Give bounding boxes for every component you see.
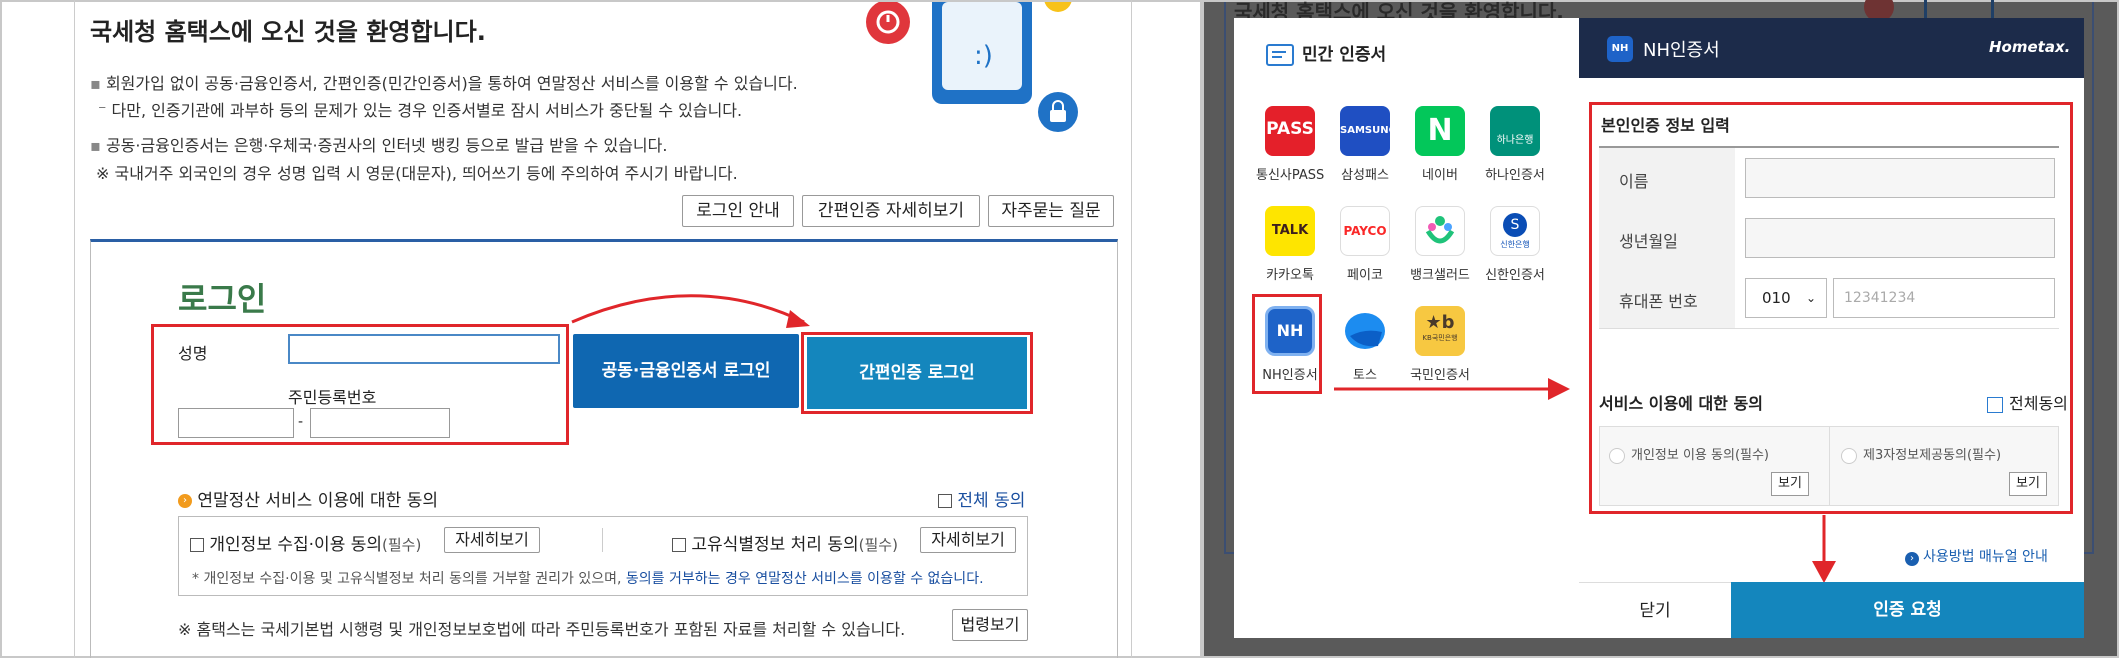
nh-header-title: NH인증서 bbox=[1643, 40, 1720, 61]
consent-all[interactable]: 전체 동의 bbox=[938, 486, 1025, 511]
consent-notice: * 개인정보 수집·이용 및 고유식별정보 처리 동의를 거부할 권리가 있으며… bbox=[192, 571, 984, 587]
cert-modal: 민간 인증서 PASS 통신사PASS SAMSUNG Pass 삼성패스 N … bbox=[1234, 18, 2084, 638]
private-cert-header: 민간 인증서 bbox=[1266, 40, 1386, 66]
samsung-pass-label: 삼성패스 bbox=[1341, 168, 1389, 183]
auth-request-button[interactable]: 인증 요청 bbox=[1731, 582, 2084, 638]
samsung-pass-logo: SAMSUNG Pass bbox=[1340, 106, 1390, 156]
provider-toss[interactable]: 토스 bbox=[1337, 306, 1393, 383]
banksalad-label: 뱅크샐러드 bbox=[1410, 268, 1470, 283]
nh-header-icon: NH bbox=[1607, 36, 1633, 62]
info-line-3: ▪ 공동·금융인증서는 은행·우체국·증권사의 인터넷 뱅킹 등으로 발급 받을… bbox=[90, 136, 668, 155]
privacy-checkbox[interactable] bbox=[190, 538, 204, 552]
provider-naver[interactable]: N 네이버 bbox=[1412, 106, 1468, 183]
consent-all-checkbox[interactable] bbox=[938, 494, 952, 508]
simple-auth-detail-button[interactable]: 간편인증 자세히보기 bbox=[802, 195, 980, 227]
info-line-4: ※ 국내거주 외국인의 경우 성명 입력 시 영문(대문자), 띄어쓰기 등에 … bbox=[96, 164, 738, 183]
manual-link[interactable]: › 사용방법 매뉴얼 안내 bbox=[1905, 546, 2048, 566]
kb-logo: ★b KB국민은행 bbox=[1415, 306, 1465, 356]
left-panel: 국세청 홈택스에 오신 것을 환영합니다. ▪ 회원가입 없이 공동·금융인증서… bbox=[0, 0, 1202, 658]
hana-label: 하나인증서 bbox=[1485, 168, 1545, 183]
toss-logo bbox=[1340, 306, 1390, 356]
provider-panel: 민간 인증서 PASS 통신사PASS SAMSUNG Pass 삼성패스 N … bbox=[1234, 18, 1579, 638]
provider-kb[interactable]: ★b KB국민은행 국민인증서 bbox=[1410, 306, 1470, 383]
provider-banksalad[interactable]: 뱅크샐러드 bbox=[1410, 206, 1470, 283]
consent-divider bbox=[602, 528, 603, 552]
login-title: 로그인 bbox=[178, 280, 267, 318]
login-fields-highlight bbox=[151, 324, 569, 445]
curve-arrow bbox=[571, 294, 810, 328]
consent-item-privacy[interactable]: 개인정보 수집·이용 동의(필수) bbox=[190, 530, 421, 555]
shinhan-logo: S 신한은행 bbox=[1490, 206, 1540, 256]
consent-notice-emphasis: 동의를 거부하는 경우 연말정산 서비스를 이용할 수 없습니다. bbox=[625, 571, 984, 587]
naver-label: 네이버 bbox=[1422, 168, 1458, 183]
arrow-right-icon: › bbox=[1905, 552, 1919, 566]
privacy-detail-button[interactable]: 자세히보기 bbox=[444, 527, 540, 553]
consent-title: › 연말정산 서비스 이용에 대한 동의 bbox=[178, 486, 438, 511]
nh-form-panel: NH NH인증서 Hometax. 본인인증 정보 입력 이름 생년월일 휴대폰… bbox=[1579, 18, 2084, 638]
right-arrow bbox=[1334, 378, 1570, 400]
simple-auth-highlight bbox=[801, 332, 1033, 414]
info-line-2: ⁻ 다만, 인증기관에 과부하 등의 문제가 있는 경우 인증서별로 잠시 서비… bbox=[98, 101, 743, 120]
provider-samsung-pass[interactable]: SAMSUNG Pass 삼성패스 bbox=[1337, 106, 1393, 183]
svg-text::): :) bbox=[974, 41, 993, 71]
banksalad-logo bbox=[1415, 206, 1465, 256]
pass-label: 통신사PASS bbox=[1256, 168, 1325, 183]
unique-id-detail-button[interactable]: 자세히보기 bbox=[920, 527, 1016, 553]
joint-cert-login-button[interactable]: 공동·금융인증서 로그인 bbox=[573, 334, 799, 408]
form-highlight bbox=[1589, 102, 2073, 514]
unique-id-checkbox[interactable] bbox=[672, 538, 686, 552]
provider-kakao[interactable]: TALK 카카오톡 bbox=[1262, 206, 1318, 283]
info-icon: › bbox=[178, 494, 192, 508]
hana-logo: 하나은행 bbox=[1490, 106, 1540, 156]
provider-shinhan[interactable]: S 신한은행 신한인증서 bbox=[1485, 206, 1545, 283]
provider-pass[interactable]: PASS 통신사PASS bbox=[1256, 106, 1324, 183]
naver-logo: N bbox=[1415, 106, 1465, 156]
payco-label: 페이코 bbox=[1347, 268, 1383, 283]
faq-button[interactable]: 자주묻는 질문 bbox=[988, 195, 1114, 227]
provider-payco[interactable]: PAYCO 페이코 bbox=[1337, 206, 1393, 283]
down-arrow bbox=[1812, 515, 1836, 583]
login-guide-button[interactable]: 로그인 안내 bbox=[682, 195, 794, 227]
kakao-logo: TALK bbox=[1265, 206, 1315, 256]
payco-logo: PAYCO bbox=[1340, 206, 1390, 256]
consent-item-unique-id[interactable]: 고유식별정보 처리 동의(필수) bbox=[672, 530, 898, 555]
hometax-logo: Hometax. bbox=[1989, 38, 2071, 56]
nh-provider-highlight bbox=[1252, 294, 1322, 394]
provider-hana[interactable]: 하나은행 하나인증서 bbox=[1485, 106, 1545, 183]
pass-logo: PASS bbox=[1265, 106, 1315, 156]
info-line-1: ▪ 회원가입 없이 공동·금융인증서, 간편인증(민간인증서)을 통하여 연말정… bbox=[90, 74, 798, 93]
hometax-illustration: :) bbox=[866, 2, 1078, 132]
nh-header: NH NH인증서 Hometax. bbox=[1579, 18, 2084, 78]
certificate-icon bbox=[1266, 44, 1294, 66]
kakao-label: 카카오톡 bbox=[1266, 268, 1314, 283]
welcome-title: 국세청 홈택스에 오신 것을 환영합니다. bbox=[90, 18, 486, 46]
close-button[interactable]: 닫기 bbox=[1579, 582, 1731, 638]
law-view-button[interactable]: 법령보기 bbox=[952, 609, 1028, 641]
shinhan-label: 신한인증서 bbox=[1485, 268, 1545, 283]
law-notice: ※ 홈택스는 국세기본법 시행령 및 개인정보보호법에 따라 주민등록번호가 포… bbox=[178, 620, 906, 639]
